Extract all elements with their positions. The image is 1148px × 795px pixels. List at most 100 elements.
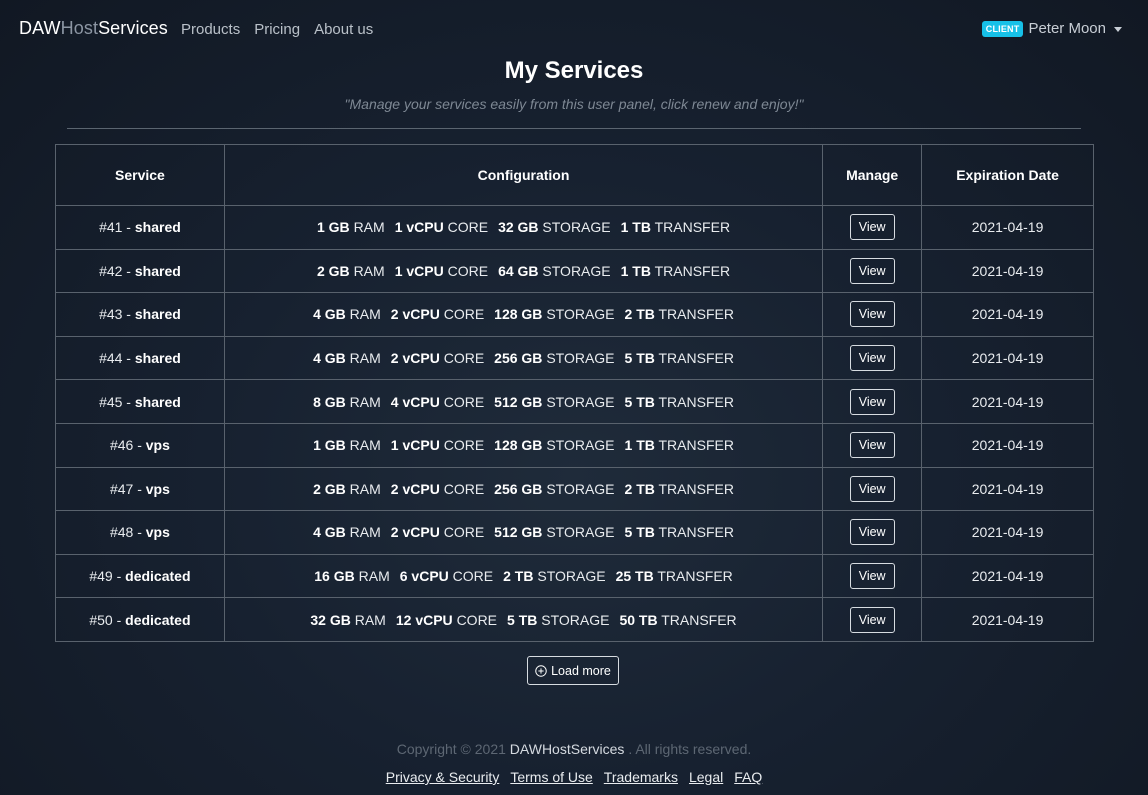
service-cell: #45 - shared xyxy=(55,379,225,424)
service-type: shared xyxy=(134,393,181,410)
view-button[interactable]: View xyxy=(849,432,895,459)
nav-link-products[interactable]: Products xyxy=(181,21,240,38)
divider xyxy=(67,128,1081,129)
cpu-spec: 2 vCPU CORE xyxy=(390,524,485,541)
view-button[interactable]: View xyxy=(849,214,895,241)
column-header-manage: Manage xyxy=(822,144,923,206)
manage-cell: View xyxy=(822,553,923,599)
transfer-spec: 5 TB TRANSFER xyxy=(624,393,734,410)
footer-link-trademarks[interactable]: Trademarks xyxy=(604,769,678,785)
expiration-cell: 2021-04-19 xyxy=(921,466,1094,512)
view-button[interactable]: View xyxy=(849,257,895,284)
ram-spec: 1 GB RAM xyxy=(316,219,385,236)
view-button[interactable]: View xyxy=(849,563,895,590)
configuration-cell: 32 GB RAM 12 vCPU CORE 5 TB STORAGE 50 TB T… xyxy=(223,597,824,642)
nav-link-about[interactable]: About us xyxy=(314,21,373,38)
column-header-expiration: Expiration Date xyxy=(921,144,1094,206)
expiration-cell: 2021-04-19 xyxy=(921,422,1094,468)
expiration-cell: 2021-04-19 xyxy=(921,597,1094,642)
cpu-spec: 12 vCPU CORE xyxy=(395,611,498,628)
expiration-cell: 2021-04-19 xyxy=(921,292,1094,337)
configuration-cell: 8 GB RAM 4 vCPU CORE 512 GB STORAGE 5 TB TR… xyxy=(223,379,824,424)
configuration-cell: 4 GB RAM 2 vCPU CORE 256 GB STORAGE 5 TB TR… xyxy=(223,335,824,381)
services-table: Service Configuration Manage Expiration … xyxy=(55,144,1094,642)
transfer-spec: 50 TB TRANSFER xyxy=(619,611,737,628)
view-button[interactable]: View xyxy=(849,388,895,415)
cpu-spec: 1 vCPU CORE xyxy=(394,262,489,279)
footer-link-faq[interactable]: FAQ xyxy=(734,769,762,785)
ram-spec: 8 GB RAM xyxy=(313,393,381,410)
footer-link-terms[interactable]: Terms of Use xyxy=(510,769,592,785)
transfer-spec: 5 TB TRANSFER xyxy=(624,524,734,541)
service-id: #49 xyxy=(89,568,113,585)
expiration-date: 2021-04-19 xyxy=(971,480,1044,497)
table-header-row: Service Configuration Manage Expiration … xyxy=(55,144,1094,206)
view-button[interactable]: View xyxy=(849,606,895,633)
table-row: #46 - vps 1 GB RAM 1 vCPU CORE 128 GB STORA… xyxy=(55,422,1094,468)
service-id: #43 xyxy=(99,306,123,323)
ram-spec: 2 GB RAM xyxy=(316,262,385,279)
storage-spec: 128 GB STORAGE xyxy=(494,306,615,323)
footer-link-privacy[interactable]: Privacy & Security xyxy=(386,769,500,785)
manage-cell: View xyxy=(822,248,923,294)
page-title: My Services xyxy=(504,57,644,84)
service-type: shared xyxy=(134,262,181,279)
storage-spec: 512 GB STORAGE xyxy=(494,393,615,410)
navbar: DAWHostServices Products Pricing About u… xyxy=(0,0,1148,58)
view-button[interactable]: View xyxy=(849,301,895,328)
plus-circle-icon xyxy=(535,664,547,677)
expiration-cell: 2021-04-19 xyxy=(921,379,1094,424)
footer-brand-link[interactable]: DAWHostServices xyxy=(510,741,625,757)
transfer-spec: 1 TB TRANSFER xyxy=(620,219,731,236)
manage-cell: View xyxy=(822,597,923,642)
ram-spec: 16 GB RAM xyxy=(314,568,390,585)
configuration-cell: 4 GB RAM 2 vCPU CORE 128 GB STORAGE 2 TB TR… xyxy=(223,292,824,337)
expiration-date: 2021-04-19 xyxy=(971,611,1044,628)
footer-link-legal[interactable]: Legal xyxy=(689,769,723,785)
client-badge: CLIENT xyxy=(981,20,1024,37)
expiration-date: 2021-04-19 xyxy=(971,262,1044,279)
cpu-spec: 1 vCPU CORE xyxy=(390,437,485,454)
page-subtitle: "Manage your services easily from this u… xyxy=(344,96,804,112)
user-name: Peter Moon xyxy=(1028,20,1106,37)
configuration-cell: 1 GB RAM 1 vCPU CORE 32 GB STORAGE 1 TB TRA… xyxy=(223,205,824,250)
manage-cell: View xyxy=(822,379,923,424)
chevron-down-icon xyxy=(1114,27,1122,32)
ram-spec: 4 GB RAM xyxy=(313,350,381,367)
footer-links: Privacy & Security Terms of Use Trademar… xyxy=(0,769,1148,785)
ram-spec: 4 GB RAM xyxy=(313,306,381,323)
transfer-spec: 1 TB TRANSFER xyxy=(624,437,734,454)
cpu-spec: 1 vCPU CORE xyxy=(394,219,489,236)
ram-spec: 2 GB RAM xyxy=(313,480,381,497)
cpu-spec: 6 vCPU CORE xyxy=(399,568,494,585)
view-button[interactable]: View xyxy=(849,345,895,372)
nav-link-pricing[interactable]: Pricing xyxy=(254,21,300,38)
view-button[interactable]: View xyxy=(849,475,895,502)
service-id: #47 xyxy=(109,480,134,497)
service-id: #46 xyxy=(109,437,134,454)
service-cell: #43 - shared xyxy=(55,292,225,337)
service-type: dedicated xyxy=(125,568,191,585)
expiration-date: 2021-04-19 xyxy=(971,568,1044,585)
storage-spec: 512 GB STORAGE xyxy=(494,524,615,541)
expiration-date: 2021-04-19 xyxy=(971,219,1044,236)
transfer-spec: 25 TB TRANSFER xyxy=(615,568,733,585)
copyright: Copyright © 2021 DAWHostServices . All r… xyxy=(396,741,752,757)
view-button[interactable]: View xyxy=(849,519,895,546)
cpu-spec: 2 vCPU CORE xyxy=(390,306,485,323)
service-cell: #41 - shared xyxy=(55,205,225,250)
service-cell: #47 - vps xyxy=(55,466,225,512)
storage-spec: 256 GB STORAGE xyxy=(494,480,615,497)
storage-spec: 32 GB STORAGE xyxy=(498,219,611,236)
user-menu[interactable]: CLIENT Peter Moon xyxy=(981,20,1122,37)
brand-logo[interactable]: DAWHostServices xyxy=(19,18,168,39)
configuration-cell: 2 GB RAM 2 vCPU CORE 256 GB STORAGE 2 TB TR… xyxy=(223,466,824,512)
manage-cell: View xyxy=(822,422,923,468)
service-id: #44 xyxy=(99,350,123,367)
manage-cell: View xyxy=(822,510,923,555)
configuration-cell: 1 GB RAM 1 vCPU CORE 128 GB STORAGE 1 TB TR… xyxy=(223,422,824,468)
expiration-date: 2021-04-19 xyxy=(971,524,1044,541)
load-more-button[interactable]: Load more xyxy=(527,656,619,685)
transfer-spec: 1 TB TRANSFER xyxy=(620,262,731,279)
transfer-spec: 2 TB TRANSFER xyxy=(624,480,734,497)
